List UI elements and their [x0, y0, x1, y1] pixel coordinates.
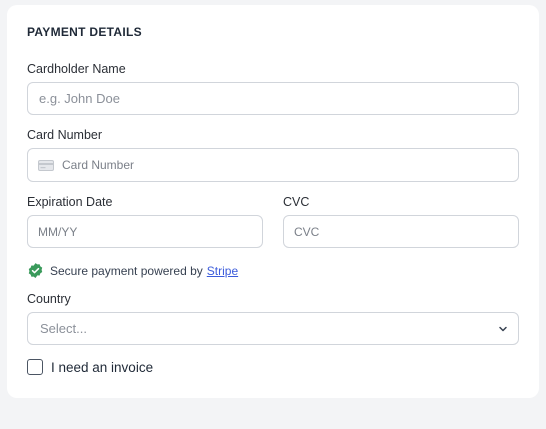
credit-card-icon: [38, 159, 54, 171]
invoice-checkbox[interactable]: [27, 359, 43, 375]
country-select-value: Select...: [40, 321, 87, 336]
verified-check-icon: [27, 262, 44, 279]
card-number-label: Card Number: [27, 128, 103, 142]
expiration-date-placeholder: MM/YY: [38, 224, 78, 239]
country-label: Country: [27, 292, 71, 306]
invoice-label: I need an invoice: [51, 359, 154, 375]
card-number-input[interactable]: Card Number: [27, 148, 519, 182]
expiration-date-input[interactable]: MM/YY: [27, 215, 263, 248]
country-select[interactable]: Select...: [27, 312, 519, 345]
cvc-input[interactable]: CVC: [283, 215, 519, 248]
section-title: PAYMENT DETAILS: [27, 25, 142, 39]
card-number-placeholder: Card Number: [62, 158, 135, 172]
payment-card: PAYMENT DETAILS Cardholder Name e.g. Joh…: [7, 5, 539, 398]
chevron-down-icon: [498, 324, 508, 334]
cardholder-name-input[interactable]: e.g. John Doe: [27, 82, 519, 115]
cardholder-name-placeholder: e.g. John Doe: [39, 91, 120, 106]
cvc-label: CVC: [283, 195, 310, 209]
stripe-link[interactable]: Stripe: [207, 264, 238, 278]
invoice-option[interactable]: I need an invoice: [27, 359, 153, 375]
secure-payment-notice: Secure payment powered by Stripe: [27, 262, 238, 279]
secure-payment-text: Secure payment powered by: [50, 263, 203, 278]
cardholder-name-label: Cardholder Name: [27, 62, 126, 76]
expiration-date-label: Expiration Date: [27, 195, 113, 209]
cvc-placeholder: CVC: [294, 224, 320, 239]
